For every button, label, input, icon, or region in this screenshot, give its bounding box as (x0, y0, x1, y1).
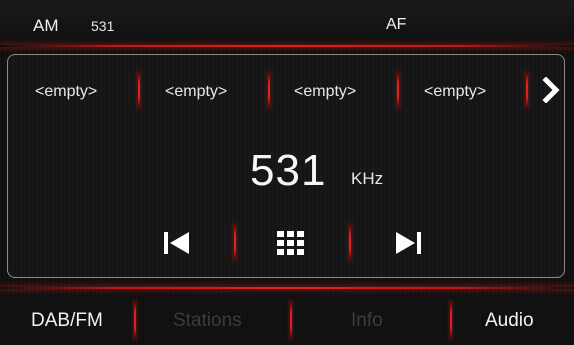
preset-divider (268, 71, 270, 109)
previous-icon[interactable] (162, 229, 192, 257)
status-divider (0, 45, 574, 47)
preset-divider (397, 71, 399, 109)
tuner-panel: <empty> <empty> <empty> <empty> 531 KHz (7, 54, 565, 278)
dab-fm-button[interactable]: DAB/FM (31, 310, 103, 332)
band-label: AM (33, 16, 59, 35)
preset-divider (526, 71, 528, 109)
nav-divider (134, 300, 136, 340)
preset-1[interactable]: <empty> (35, 83, 97, 101)
preset-4[interactable]: <empty> (424, 83, 486, 101)
status-frequency: 531 (91, 18, 115, 34)
af-indicator: AF (386, 16, 407, 33)
radio-screen: AM 531 AF <empty> <empty> <empty> <empty… (0, 0, 574, 345)
grid-icon[interactable] (276, 230, 306, 257)
frequency-unit: KHz (351, 169, 384, 188)
control-divider (349, 223, 351, 261)
bottom-nav: DAB/FM Stations Info Audio (0, 288, 574, 345)
preset-2[interactable]: <empty> (165, 83, 227, 101)
info-button[interactable]: Info (351, 310, 383, 332)
chevron-right-icon[interactable] (540, 76, 562, 104)
next-icon[interactable] (393, 229, 423, 257)
nav-divider (450, 300, 452, 340)
nav-divider (290, 300, 292, 340)
audio-button[interactable]: Audio (485, 310, 534, 332)
tuned-frequency: 531 (250, 146, 327, 195)
stations-button[interactable]: Stations (173, 310, 242, 332)
control-divider (234, 223, 236, 261)
status-bar: AM 531 AF (0, 0, 574, 48)
preset-divider (138, 71, 140, 109)
preset-3[interactable]: <empty> (294, 83, 356, 101)
